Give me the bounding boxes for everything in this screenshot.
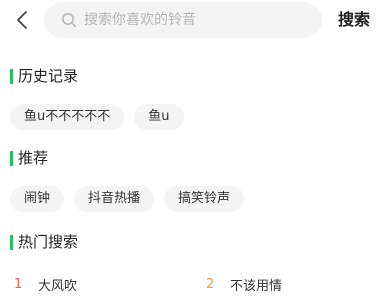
recommend-chip[interactable]: 抖音热播: [74, 186, 155, 212]
recommend-title: 推荐: [18, 149, 49, 167]
search-icon: [60, 11, 78, 29]
hot-search-item[interactable]: 1 大风吹: [14, 274, 77, 294]
search-input[interactable]: [84, 12, 314, 28]
recommend-chip[interactable]: 闹钟: [10, 186, 65, 212]
recommend-section-title: 推荐: [10, 148, 48, 168]
chevron-left-icon: [17, 11, 27, 29]
recommend-chip[interactable]: 搞笑铃声: [164, 186, 245, 212]
history-chip[interactable]: 鱼u: [134, 104, 184, 130]
hot-rank: 2: [206, 276, 215, 292]
section-accent-bar: [10, 234, 13, 250]
hot-title: 热门搜索: [18, 233, 79, 251]
search-button[interactable]: 搜索: [338, 10, 370, 30]
hot-name: 大风吹: [38, 278, 78, 294]
search-header: 搜索: [0, 0, 386, 42]
ringtone-search-page: 搜索 历史记录 鱼u不不不不不 鱼u 推荐 闹钟 抖音热播 搞笑铃声 热门搜索 …: [0, 0, 386, 296]
history-title: 历史记录: [18, 67, 79, 85]
recommend-chips: 闹钟 抖音热播 搞笑铃声: [10, 186, 245, 212]
history-section-title: 历史记录: [10, 66, 78, 86]
back-button[interactable]: [10, 8, 34, 32]
hot-search-item[interactable]: 2 不该用情: [206, 274, 282, 294]
history-chip[interactable]: 鱼u不不不不不: [10, 104, 125, 130]
hot-section-title: 热门搜索: [10, 232, 78, 252]
history-chips: 鱼u不不不不不 鱼u: [10, 104, 184, 130]
hot-name: 不该用情: [230, 278, 283, 294]
hot-rank: 1: [14, 276, 23, 292]
section-accent-bar: [10, 68, 13, 84]
search-box[interactable]: [44, 2, 322, 38]
section-accent-bar: [10, 150, 13, 166]
